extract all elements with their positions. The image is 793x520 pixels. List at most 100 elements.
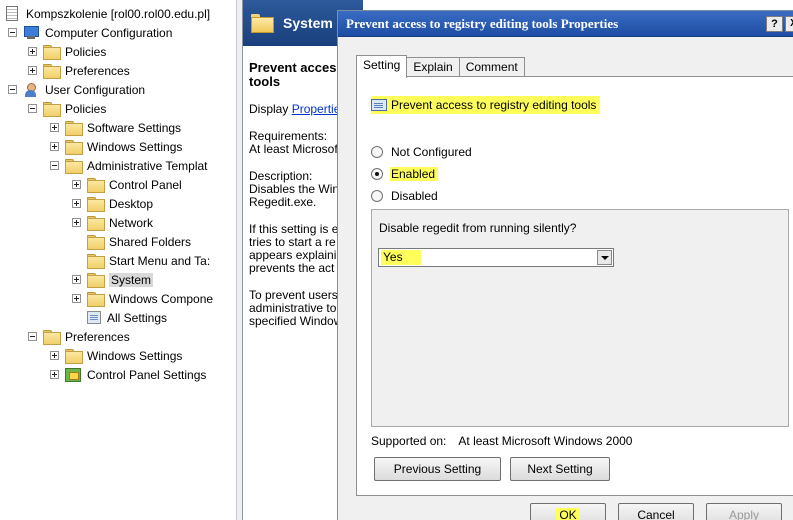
divider bbox=[366, 129, 786, 130]
control-panel-icon bbox=[65, 367, 81, 382]
tree-item-windows-settings[interactable]: Windows Settings bbox=[50, 137, 182, 156]
tree-item-pref-windows-settings[interactable]: Windows Settings bbox=[50, 346, 182, 365]
tree-item-uc-preferences[interactable]: Preferences bbox=[28, 327, 130, 346]
expand-icon[interactable] bbox=[28, 66, 37, 75]
previous-setting-button[interactable]: Previous Setting bbox=[374, 457, 501, 481]
radio-enabled[interactable]: Enabled bbox=[371, 166, 439, 182]
folder-icon bbox=[65, 121, 83, 136]
tree-item-cc-policies[interactable]: Policies bbox=[28, 42, 106, 61]
tree-item-network[interactable]: Network bbox=[72, 213, 153, 232]
edit-policy-link[interactable]: Propertie bbox=[292, 102, 341, 116]
folder-icon bbox=[43, 45, 61, 60]
policy-name: Prevent access to registry editing tools bbox=[391, 98, 597, 112]
radio-not-configured[interactable]: Not Configured bbox=[371, 144, 475, 160]
tree-item-label: Control Panel Settings bbox=[87, 367, 207, 382]
tree-item-system[interactable]: System bbox=[72, 270, 154, 289]
folder-icon bbox=[65, 159, 83, 174]
folder-icon bbox=[43, 330, 61, 345]
folder-icon bbox=[87, 235, 105, 250]
tree-item-computer-configuration[interactable]: Computer Configuration bbox=[8, 23, 172, 42]
tree-item-label: Kompszkolenie [rol00.rol00.edu.pl] bbox=[26, 6, 211, 21]
cancel-button[interactable]: Cancel bbox=[618, 503, 694, 520]
tree-item-label: Policies bbox=[65, 101, 107, 116]
folder-icon bbox=[87, 216, 105, 231]
tree-item-all-settings[interactable]: All Settings bbox=[87, 308, 167, 327]
tree-item-label: System bbox=[109, 272, 154, 287]
tree-item-shared-folders[interactable]: Shared Folders bbox=[72, 232, 191, 251]
folder-icon bbox=[43, 64, 61, 79]
radio-label: Not Configured bbox=[391, 145, 472, 159]
tree-item-pref-control-panel-settings[interactable]: Control Panel Settings bbox=[50, 365, 206, 384]
help-button[interactable]: ? bbox=[766, 16, 783, 32]
radio-button[interactable] bbox=[371, 190, 383, 202]
expand-icon[interactable] bbox=[72, 199, 81, 208]
tree-item-administrative-templates[interactable]: Administrative Templat bbox=[50, 156, 208, 175]
folder-icon bbox=[87, 292, 105, 307]
tab-explain[interactable]: Explain bbox=[407, 57, 460, 77]
expand-icon[interactable] bbox=[72, 180, 81, 189]
radio-button[interactable] bbox=[371, 168, 383, 180]
tab-comment[interactable]: Comment bbox=[459, 57, 525, 77]
dialog-title: Prevent access to registry editing tools… bbox=[346, 15, 619, 31]
tab-setting[interactable]: Setting bbox=[356, 55, 408, 78]
tree-item-label: Windows Settings bbox=[87, 139, 183, 154]
supported-value: At least Microsoft Windows 2000 bbox=[458, 434, 633, 448]
tree-item-label: Network bbox=[109, 215, 154, 230]
tree-item-uc-policies[interactable]: Policies bbox=[28, 99, 106, 118]
expand-icon[interactable] bbox=[50, 123, 59, 132]
supported-on: Supported on: At least Microsoft Windows … bbox=[371, 434, 632, 448]
expand-icon[interactable] bbox=[50, 370, 59, 379]
supported-label: Supported on: bbox=[371, 434, 447, 448]
tree-item-label: Preferences bbox=[65, 63, 130, 78]
chevron-down-icon[interactable] bbox=[597, 250, 612, 265]
tree-pane[interactable]: Kompszkolenie [rol00.rol00.edu.pl] Compu… bbox=[0, 0, 236, 520]
expand-icon[interactable] bbox=[72, 275, 81, 284]
expand-icon[interactable] bbox=[50, 351, 59, 360]
tree-item-control-panel[interactable]: Control Panel bbox=[72, 175, 182, 194]
ok-button[interactable]: OK bbox=[530, 503, 606, 520]
next-setting-button[interactable]: Next Setting bbox=[510, 457, 610, 481]
expand-icon[interactable] bbox=[50, 142, 59, 151]
collapse-icon[interactable] bbox=[8, 85, 17, 94]
pane-splitter[interactable] bbox=[236, 0, 243, 520]
folder-icon bbox=[251, 14, 274, 33]
settings-list-icon bbox=[87, 311, 101, 324]
folder-icon bbox=[43, 102, 61, 117]
expand-icon[interactable] bbox=[28, 47, 37, 56]
apply-button[interactable]: Apply bbox=[706, 503, 782, 520]
collapse-icon[interactable] bbox=[8, 28, 17, 37]
tree-item-software-settings[interactable]: Software Settings bbox=[50, 118, 181, 137]
collapse-icon[interactable] bbox=[50, 161, 59, 170]
tree-item-label: Administrative Templat bbox=[87, 158, 208, 173]
dialog-title-bar[interactable]: Prevent access to registry editing tools… bbox=[338, 11, 793, 37]
folder-icon bbox=[65, 140, 83, 155]
computer-icon bbox=[23, 25, 39, 40]
tree-item-user-configuration[interactable]: User Configuration bbox=[8, 80, 145, 99]
tree-item-cc-preferences[interactable]: Preferences bbox=[28, 61, 130, 80]
expand-icon[interactable] bbox=[72, 294, 81, 303]
tree-item-label: Windows Compone bbox=[109, 291, 214, 306]
tree-item-desktop[interactable]: Desktop bbox=[72, 194, 153, 213]
tree-item-root[interactable]: Kompszkolenie [rol00.rol00.edu.pl] bbox=[6, 4, 210, 23]
policy-heading: Prevent access to registry editing tools bbox=[371, 96, 601, 114]
policy-setting-icon bbox=[371, 99, 387, 111]
radio-button[interactable] bbox=[371, 146, 383, 158]
radio-disabled[interactable]: Disabled bbox=[371, 188, 441, 204]
tree-item-label: Preferences bbox=[65, 329, 130, 344]
expand-icon[interactable] bbox=[72, 218, 81, 227]
tree-item-windows-components[interactable]: Windows Compone bbox=[72, 289, 213, 308]
options-panel: Disable regedit from running silently? Y… bbox=[371, 209, 789, 427]
tree-item-start-menu[interactable]: Start Menu and Ta: bbox=[72, 251, 210, 270]
radio-label: Enabled bbox=[390, 167, 439, 181]
tree-item-label: Shared Folders bbox=[109, 234, 192, 249]
regedit-silent-select[interactable]: Yes bbox=[378, 248, 614, 267]
close-button[interactable]: X bbox=[785, 16, 793, 32]
tree-item-label: Windows Settings bbox=[87, 348, 183, 363]
collapse-icon[interactable] bbox=[28, 332, 37, 341]
select-value: Yes bbox=[381, 250, 421, 265]
tree-item-label: Computer Configuration bbox=[45, 25, 173, 40]
tree-item-label: All Settings bbox=[107, 310, 168, 325]
folder-icon bbox=[87, 197, 105, 212]
collapse-icon[interactable] bbox=[28, 104, 37, 113]
folder-icon bbox=[87, 178, 105, 193]
